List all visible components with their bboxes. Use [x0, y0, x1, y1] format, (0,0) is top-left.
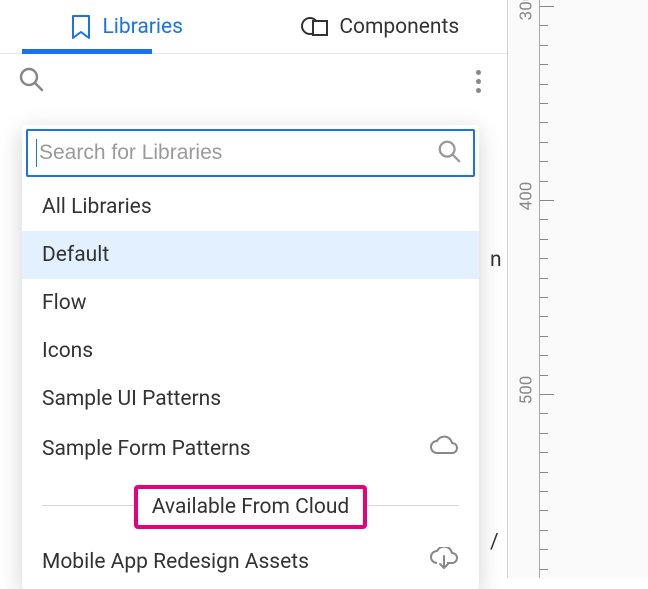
list-item-label: Mobile App Redesign Assets	[42, 550, 309, 574]
library-search-input[interactable]	[39, 141, 437, 165]
list-item-label: Sample UI Patterns	[42, 387, 221, 411]
list-item[interactable]: Sample Form Patterns	[22, 423, 479, 475]
ruler-label: 300	[516, 0, 536, 20]
tab-components-label: Components	[339, 15, 459, 39]
list-item-label: Icons	[42, 339, 93, 363]
list-item[interactable]: Icons	[22, 327, 479, 375]
list-item-label: Default	[42, 243, 109, 267]
ruler-label: 400	[516, 182, 536, 211]
tab-libraries-label: Libraries	[102, 15, 183, 39]
cloud-icon	[429, 435, 459, 463]
libraries-panel: Libraries Components n /	[0, 0, 508, 578]
more-icon[interactable]	[476, 70, 481, 93]
search-icon[interactable]	[437, 139, 461, 167]
shapes-icon	[301, 15, 329, 39]
list-item[interactable]: Mobile App Redesign Assets	[22, 535, 479, 589]
list-item[interactable]: All Libraries	[22, 183, 479, 231]
cloud-download-icon[interactable]	[429, 547, 459, 577]
list-item[interactable]: Flow	[22, 279, 479, 327]
library-dropdown: All Libraries Default Flow Icons Sample …	[22, 125, 479, 589]
tabs: Libraries Components	[0, 0, 507, 54]
library-search-row[interactable]	[26, 129, 475, 177]
tab-components[interactable]: Components	[254, 0, 508, 53]
list-item-label: Flow	[42, 291, 86, 315]
library-list: All Libraries Default Flow Icons Sample …	[22, 183, 479, 589]
section-header-cloud: Available From Cloud	[22, 475, 479, 535]
list-item-label: All Libraries	[42, 195, 152, 219]
list-item[interactable]: Sample UI Patterns	[22, 375, 479, 423]
panel-toolbar	[0, 54, 507, 108]
section-header-label: Available From Cloud	[134, 485, 368, 529]
canvas-ruler: 300 400 500	[509, 0, 648, 578]
list-item-label: Sample Form Patterns	[42, 437, 251, 461]
ruler-label: 500	[516, 376, 536, 405]
search-icon[interactable]	[18, 66, 44, 96]
tab-libraries[interactable]: Libraries	[0, 0, 254, 53]
text-cursor	[36, 139, 37, 167]
background-text-fragment: /	[490, 530, 499, 554]
list-item[interactable]: Default	[22, 231, 479, 279]
bookmark-icon	[70, 14, 92, 40]
background-text-fragment: n	[490, 248, 502, 272]
